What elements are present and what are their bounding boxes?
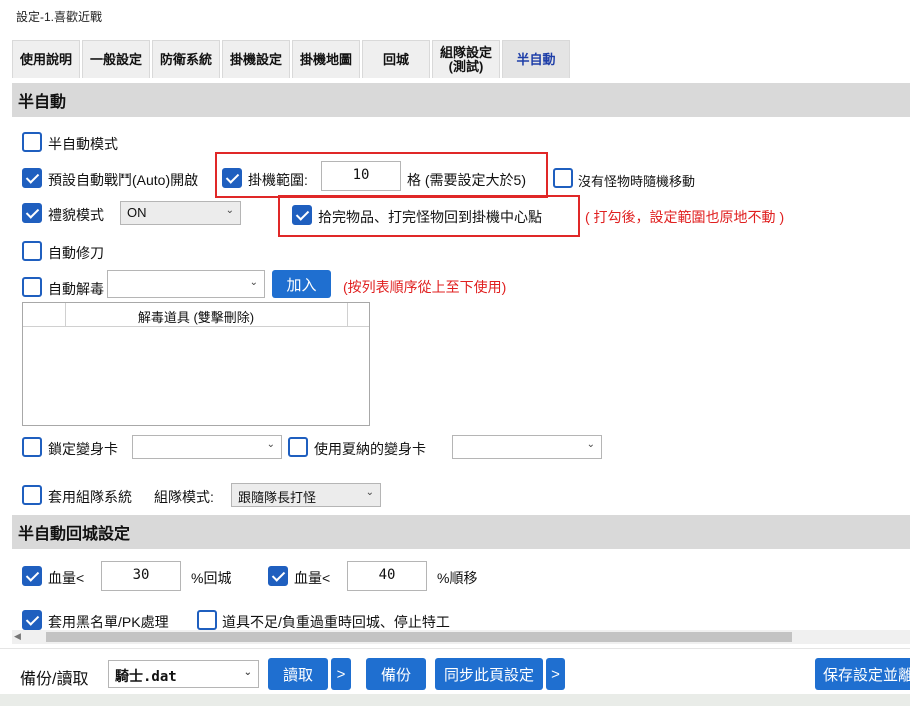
afk-range-checkbox[interactable] [222,168,242,188]
chevron-down-icon: ⌄ [249,277,258,288]
chevron-down-icon: ⌄ [243,667,252,678]
hp-return-label: 血量< [48,570,85,586]
tab-party[interactable]: 組隊設定 (測試) [432,40,500,78]
chevron-down-icon: ⌄ [586,439,595,450]
column-divider [65,303,66,327]
summer-card-label: 使用夏納的變身卡 [314,441,426,457]
sync-more-button[interactable]: > [546,658,565,690]
polite-mode-checkbox[interactable] [22,203,42,223]
return-center-checkbox[interactable] [292,205,312,225]
lock-card-select[interactable]: ⌄ [132,435,282,459]
add-detox-button[interactable]: 加入 [272,270,331,298]
lock-card-label: 鎖定變身卡 [48,441,118,457]
hp-teleport-checkbox[interactable] [268,566,288,586]
blacklist-checkbox[interactable] [22,610,42,630]
afk-range-unit: 格 (需要設定大於5) [407,172,526,188]
blacklist-label: 套用黑名單/PK處理 [48,614,169,630]
polite-mode-value: ON [127,205,147,220]
scrollbar-thumb[interactable] [46,632,792,642]
chevron-down-icon: ⌄ [266,439,275,450]
order-note: (按列表順序從上至下使用) [343,279,507,295]
detox-item-select[interactable]: ⌄ [107,270,265,298]
tab-defense[interactable]: 防衛系統 [152,40,220,78]
tab-afk-settings[interactable]: 掛機設定 [222,40,290,78]
hp-teleport-label: 血量< [294,570,331,586]
lock-card-checkbox[interactable] [22,437,42,457]
backup-label: 備份/讀取 [20,671,89,688]
save-and-exit-button[interactable]: 保存設定並離 [815,658,910,690]
party-mode-label: 組隊模式: [154,489,214,505]
polite-mode-label: 禮貌模式 [48,207,104,223]
tab-return-town[interactable]: 回城 [362,40,430,78]
shortage-return-label: 道具不足/負重過重時回城、停止特工 [222,614,450,630]
hp-return-checkbox[interactable] [22,566,42,586]
read-more-button[interactable]: > [331,658,351,690]
shortage-return-checkbox[interactable] [197,610,217,630]
polite-mode-select[interactable]: ON ⌄ [120,201,241,225]
random-move-checkbox[interactable] [553,168,573,188]
detox-item-list[interactable]: 解毒道具 (雙擊刪除) [22,302,370,426]
tab-bar: 使用說明 一般設定 防衛系統 掛機設定 掛機地圖 回城 組隊設定 (測試) 半自… [12,40,910,78]
auto-blade-checkbox[interactable] [22,241,42,261]
party-system-checkbox[interactable] [22,485,42,505]
auto-fight-label: 預設自動戰鬥(Auto)開啟 [48,172,199,188]
window-title: 設定-1.喜歡近戰 [16,10,103,24]
hp-teleport-input[interactable]: 40 [347,561,427,591]
read-button[interactable]: 讀取 [268,658,328,690]
sync-page-button[interactable]: 同步此頁設定 [435,658,543,690]
column-divider [347,303,348,327]
tab-semi-auto[interactable]: 半自動 [502,40,570,78]
tab-usage[interactable]: 使用說明 [12,40,80,78]
random-move-label: 沒有怪物時隨機移動 [578,174,696,189]
tab-general[interactable]: 一般設定 [82,40,150,78]
semi-auto-mode-label: 半自動模式 [48,136,118,152]
backup-file-value: 騎士.dat [115,669,177,685]
afk-range-label: 掛機範圍: [248,172,308,188]
chevron-down-icon: ⌄ [225,205,234,216]
auto-detox-checkbox[interactable] [22,277,42,297]
afk-range-input[interactable]: 10 [321,161,401,191]
summer-card-select[interactable]: ⌄ [452,435,602,459]
settings-window: 設定-1.喜歡近戰 使用說明 一般設定 防衛系統 掛機設定 掛機地圖 回城 組隊… [0,0,910,694]
summer-card-checkbox[interactable] [288,437,308,457]
bottom-toolbar: 備份/讀取 騎士.dat ⌄ 讀取 > 備份 同步此頁設定 > 保存設定並離 [0,648,910,694]
party-system-label: 套用組隊系統 [48,489,132,505]
section-header-semi-auto: 半自動 [12,83,910,117]
backup-button[interactable]: 備份 [366,658,426,690]
hp-return-input[interactable]: 30 [101,561,181,591]
desktop-background-bottom [0,694,910,706]
horizontal-scrollbar[interactable]: ◀ [12,630,910,644]
scroll-left-icon[interactable]: ◀ [14,631,21,642]
auto-detox-label: 自動解毒 [48,281,104,297]
section-header-return-town: 半自動回城設定 [12,515,910,549]
auto-blade-label: 自動修刀 [48,245,104,261]
return-center-note: ( 打勾後，設定範圍也原地不動 ) [585,209,785,225]
party-mode-select[interactable]: 跟隨隊長打怪 ⌄ [231,483,381,507]
title-bar: 設定-1.喜歡近戰 [0,0,910,30]
chevron-down-icon: ⌄ [365,487,374,498]
backup-file-select[interactable]: 騎士.dat ⌄ [108,660,259,688]
semi-auto-mode-checkbox[interactable] [22,132,42,152]
hp-return-suffix: %回城 [191,570,232,586]
detox-list-header: 解毒道具 (雙擊刪除) [23,303,369,327]
hp-teleport-suffix: %順移 [437,570,478,586]
return-center-label: 拾完物品、打完怪物回到掛機中心點 [318,209,542,225]
auto-fight-checkbox[interactable] [22,168,42,188]
tab-afk-map[interactable]: 掛機地圖 [292,40,360,78]
party-mode-value: 跟隨隊長打怪 [238,490,317,505]
